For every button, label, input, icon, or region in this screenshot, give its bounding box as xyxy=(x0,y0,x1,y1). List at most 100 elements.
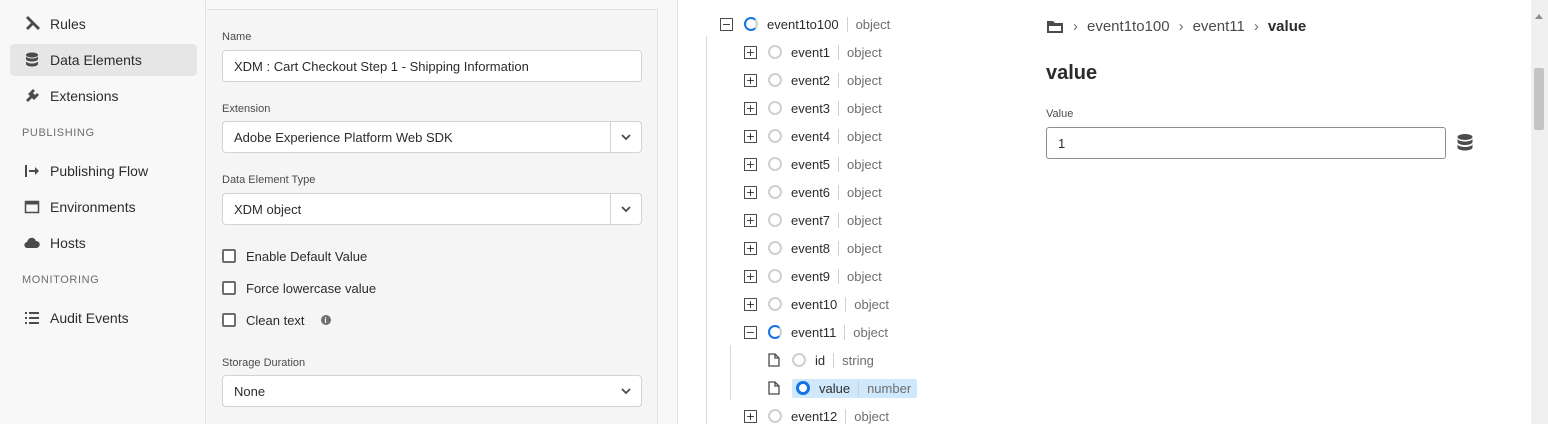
data-element-picker-icon[interactable] xyxy=(1456,133,1474,158)
tree-node-event[interactable]: + event7 object xyxy=(744,209,882,231)
tree-node-event[interactable]: + event8 object xyxy=(744,237,882,259)
collapse-icon[interactable]: − xyxy=(720,17,733,31)
top-divider xyxy=(207,0,658,10)
breadcrumb-item[interactable]: event1to100 xyxy=(1087,18,1170,35)
node-name: event3 xyxy=(791,100,831,116)
unselected-circle-icon[interactable] xyxy=(792,353,806,367)
nav-publishing-flow[interactable]: Publishing Flow xyxy=(10,155,197,187)
partial-selection-icon[interactable] xyxy=(744,17,758,31)
tree-node-event[interactable]: + event10 object xyxy=(744,293,889,315)
chevron-down-icon[interactable] xyxy=(610,122,641,152)
vertical-scrollbar[interactable] xyxy=(1531,0,1548,424)
enable-default-checkbox[interactable]: Enable Default Value xyxy=(222,246,367,266)
unselected-circle-icon[interactable] xyxy=(768,45,782,59)
extension-label: Extension xyxy=(222,103,271,115)
schema-tree-container: − event1to100 object + event1 object + e… xyxy=(677,0,1532,424)
unselected-circle-icon[interactable] xyxy=(768,241,782,255)
tree-node-root[interactable]: − event1to100 object xyxy=(720,13,890,35)
node-type: object xyxy=(838,240,882,256)
tree-node-event[interactable]: + event3 object xyxy=(744,97,882,119)
selection-highlight[interactable]: value number xyxy=(792,378,918,398)
chevron-down-icon[interactable] xyxy=(610,376,641,406)
tree-leaf-selected[interactable]: value number xyxy=(768,377,918,399)
expand-icon[interactable]: + xyxy=(744,157,757,171)
tree-node-event[interactable]: + event6 object xyxy=(744,181,882,203)
node-type: object xyxy=(838,184,882,200)
field-title: value xyxy=(1046,62,1098,84)
tree-leaf[interactable]: id string xyxy=(768,349,874,371)
folder-icon[interactable] xyxy=(1046,19,1064,34)
force-lowercase-checkbox[interactable]: Force lowercase value xyxy=(222,278,376,298)
nav-environments[interactable]: Environments xyxy=(10,191,197,223)
tree-node-event[interactable]: + event9 object xyxy=(744,265,882,287)
info-icon[interactable]: i xyxy=(320,315,331,325)
node-name: event1 xyxy=(791,44,831,60)
breadcrumb-item[interactable]: event11 xyxy=(1193,18,1245,35)
collapse-icon[interactable]: − xyxy=(744,325,757,339)
expand-icon[interactable]: + xyxy=(744,101,757,115)
unselected-circle-icon[interactable] xyxy=(768,213,782,227)
tree-node-event[interactable]: + event5 object xyxy=(744,153,882,175)
expand-icon[interactable]: + xyxy=(744,185,757,199)
name-field[interactable]: XDM : Cart Checkout Step 1 - Shipping In… xyxy=(222,50,642,82)
nav-data-elements[interactable]: Data Elements xyxy=(10,44,197,76)
checkbox-box[interactable] xyxy=(222,281,236,295)
checkbox-box[interactable] xyxy=(222,313,236,327)
node-name: event2 xyxy=(791,72,831,88)
expand-icon[interactable]: + xyxy=(744,297,757,311)
window-icon xyxy=(22,197,42,217)
unselected-circle-icon[interactable] xyxy=(768,129,782,143)
unselected-circle-icon[interactable] xyxy=(768,409,782,423)
unselected-circle-icon[interactable] xyxy=(768,101,782,115)
node-name: event7 xyxy=(791,212,831,228)
expand-icon[interactable]: + xyxy=(744,129,757,143)
storage-picker[interactable]: None xyxy=(222,375,642,407)
tree-node-event-expanded[interactable]: − event11 object xyxy=(744,321,888,343)
nav-audit-events-label: Audit Events xyxy=(50,310,129,326)
expand-icon[interactable]: + xyxy=(744,269,757,283)
node-name: event10 xyxy=(791,296,838,312)
extension-value: Adobe Experience Platform Web SDK xyxy=(234,129,453,145)
nav-rules-label: Rules xyxy=(50,16,86,32)
scroll-thumb[interactable] xyxy=(1534,68,1544,130)
nav-publishing-flow-label: Publishing Flow xyxy=(50,163,149,179)
tree-node-event[interactable]: + event1 object xyxy=(744,41,882,63)
node-type: object xyxy=(844,324,888,340)
expand-icon[interactable]: + xyxy=(744,213,757,227)
tree-node-event[interactable]: + event4 object xyxy=(744,125,882,147)
tree-node-event[interactable]: + event2 object xyxy=(744,69,882,91)
nav-rules[interactable]: Rules xyxy=(10,8,197,40)
value-field[interactable]: 1 xyxy=(1046,127,1446,159)
expand-icon[interactable]: + xyxy=(744,73,757,87)
expand-icon[interactable]: + xyxy=(744,45,757,59)
extension-picker[interactable]: Adobe Experience Platform Web SDK xyxy=(222,121,642,153)
unselected-circle-icon[interactable] xyxy=(768,157,782,171)
node-name: event8 xyxy=(791,240,831,256)
nav-audit-events[interactable]: Audit Events xyxy=(10,302,197,334)
file-icon xyxy=(768,353,780,367)
type-value: XDM object xyxy=(234,201,302,217)
tree-node-event[interactable]: + event12 object xyxy=(744,405,889,424)
scroll-up-arrow-icon[interactable] xyxy=(1535,14,1543,19)
clean-text-checkbox[interactable]: Clean text i xyxy=(222,310,331,330)
type-picker[interactable]: XDM object xyxy=(222,193,642,225)
selected-circle-icon[interactable] xyxy=(796,381,810,395)
partial-selection-icon[interactable] xyxy=(768,325,782,339)
unselected-circle-icon[interactable] xyxy=(768,297,782,311)
data-element-form: Name XDM : Cart Checkout Step 1 - Shippi… xyxy=(207,0,658,424)
unselected-circle-icon[interactable] xyxy=(768,185,782,199)
file-icon xyxy=(768,381,780,395)
node-type: object xyxy=(845,408,889,424)
unselected-circle-icon[interactable] xyxy=(768,73,782,87)
expand-icon[interactable]: + xyxy=(744,241,757,255)
app-root: Rules Data Elements Extensions PUBLISHIN… xyxy=(0,0,1548,424)
chevron-down-icon[interactable] xyxy=(610,194,641,224)
checkbox-box[interactable] xyxy=(222,249,236,263)
breadcrumb-separator: › xyxy=(1253,17,1259,35)
nav-extensions[interactable]: Extensions xyxy=(10,80,197,112)
node-type: object xyxy=(838,156,882,172)
nav-hosts[interactable]: Hosts xyxy=(10,227,197,259)
breadcrumb: › event1to100 › event11 › value xyxy=(1046,16,1306,36)
expand-icon[interactable]: + xyxy=(744,409,757,423)
unselected-circle-icon[interactable] xyxy=(768,269,782,283)
